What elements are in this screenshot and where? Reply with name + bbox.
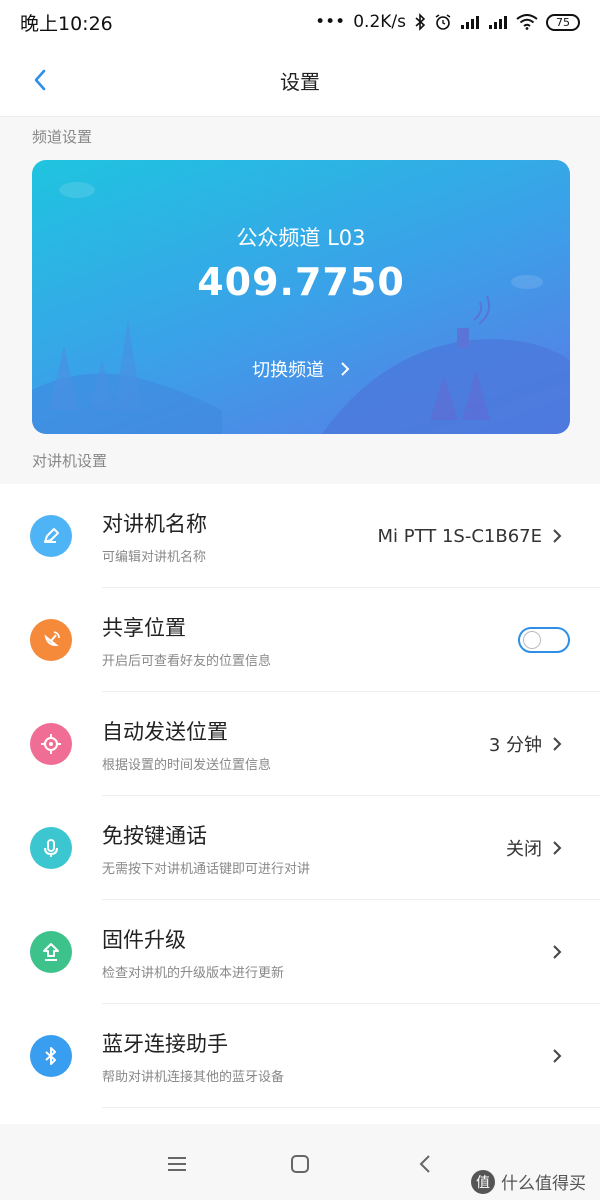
setting-value: 3 分钟 <box>488 735 542 756</box>
status-bar: 晚上10:26 ••• 0.2K/s 75 <box>0 0 600 44</box>
chevron-left-icon <box>34 69 46 91</box>
switch-channel-label: 切换频道 <box>252 360 325 381</box>
status-icons: ••• 0.2K/s 75 <box>315 12 580 32</box>
setting-auto-send-location[interactable]: 自动发送位置 根据设置的时间发送位置信息 3 分钟 <box>0 692 600 796</box>
header: 设置 <box>0 44 600 117</box>
setting-desc: 帮助对讲机连接其他的蓝牙设备 <box>102 1069 285 1085</box>
setting-name: 蓝牙连接助手 <box>102 1031 228 1056</box>
home-nav-button[interactable] <box>287 1152 313 1176</box>
menu-nav-button[interactable] <box>164 1152 190 1176</box>
setting-radio-name[interactable]: 对讲机名称 可编辑对讲机名称 Mi PTT 1S-C1B67E <box>0 484 600 588</box>
setting-name: 共享位置 <box>102 615 186 640</box>
signal-icon-2 <box>489 16 507 29</box>
status-dots: ••• <box>315 12 346 32</box>
watermark-logo: 值 <box>471 1169 495 1194</box>
pen-icon <box>30 515 72 557</box>
signal-icon-1 <box>461 16 479 29</box>
setting-desc: 开启后可查看好友的位置信息 <box>102 653 272 669</box>
satellite-icon <box>30 619 72 661</box>
navigation-bar: 值 什么值得买 <box>0 1124 600 1200</box>
wifi-icon <box>516 14 538 30</box>
watermark-text: 什么值得买 <box>501 1174 586 1194</box>
divider <box>102 1107 600 1108</box>
section-label-radio: 对讲机设置 <box>32 452 108 470</box>
back-nav-button[interactable] <box>413 1152 439 1176</box>
setting-name: 固件升级 <box>102 927 186 952</box>
setting-value: 关闭 <box>506 839 542 860</box>
share-location-toggle[interactable] <box>518 627 570 653</box>
chevron-right-icon <box>552 528 572 544</box>
setting-firmware-upgrade[interactable]: 固件升级 检查对讲机的升级版本进行更新 <box>0 900 600 1004</box>
setting-hands-free[interactable]: 免按键通话 无需按下对讲机通话键即可进行对讲 关闭 <box>0 796 600 900</box>
chevron-right-icon <box>552 840 572 856</box>
chevron-right-icon <box>552 944 572 960</box>
status-time: 晚上10:26 <box>20 12 113 35</box>
chevron-right-icon <box>552 736 572 752</box>
back-button[interactable] <box>22 60 58 100</box>
bluetooth-icon <box>30 1035 72 1077</box>
channel-name: 公众频道 L03 <box>236 226 366 250</box>
setting-name: 对讲机名称 <box>102 511 207 536</box>
page-title: 设置 <box>280 69 320 94</box>
setting-desc: 无需按下对讲机通话键即可进行对讲 <box>102 861 311 877</box>
network-speed: 0.2K/s <box>353 12 406 32</box>
chevron-right-icon <box>341 362 350 376</box>
section-label-channel: 频道设置 <box>32 128 93 146</box>
switch-channel-button[interactable]: 切换频道 <box>32 356 570 382</box>
upgrade-icon <box>30 931 72 973</box>
setting-desc: 检查对讲机的升级版本进行更新 <box>102 965 285 981</box>
setting-name: 免按键通话 <box>102 823 207 848</box>
channel-frequency: 409.7750 <box>197 260 405 304</box>
setting-desc: 可编辑对讲机名称 <box>102 549 207 565</box>
chevron-right-icon <box>552 1048 572 1064</box>
watermark: 值 什么值得买 <box>471 1169 586 1194</box>
channel-card: 公众频道 L03 409.7750 切换频道 <box>32 160 570 434</box>
setting-share-location: 共享位置 开启后可查看好友的位置信息 <box>0 588 600 692</box>
battery-icon: 75 <box>546 13 580 31</box>
setting-value: Mi PTT 1S-C1B67E <box>377 525 542 547</box>
alarm-icon <box>435 14 451 30</box>
setting-desc: 根据设置的时间发送位置信息 <box>102 757 272 773</box>
setting-name: 自动发送位置 <box>102 719 228 744</box>
toggle-knob <box>523 631 541 649</box>
setting-bluetooth-assistant[interactable]: 蓝牙连接助手 帮助对讲机连接其他的蓝牙设备 <box>0 1004 600 1108</box>
bluetooth-status-icon <box>415 13 426 31</box>
target-icon <box>30 723 72 765</box>
settings-list: 对讲机名称 可编辑对讲机名称 Mi PTT 1S-C1B67E 共享位置 开启后… <box>0 484 600 1124</box>
microphone-icon <box>30 827 72 869</box>
